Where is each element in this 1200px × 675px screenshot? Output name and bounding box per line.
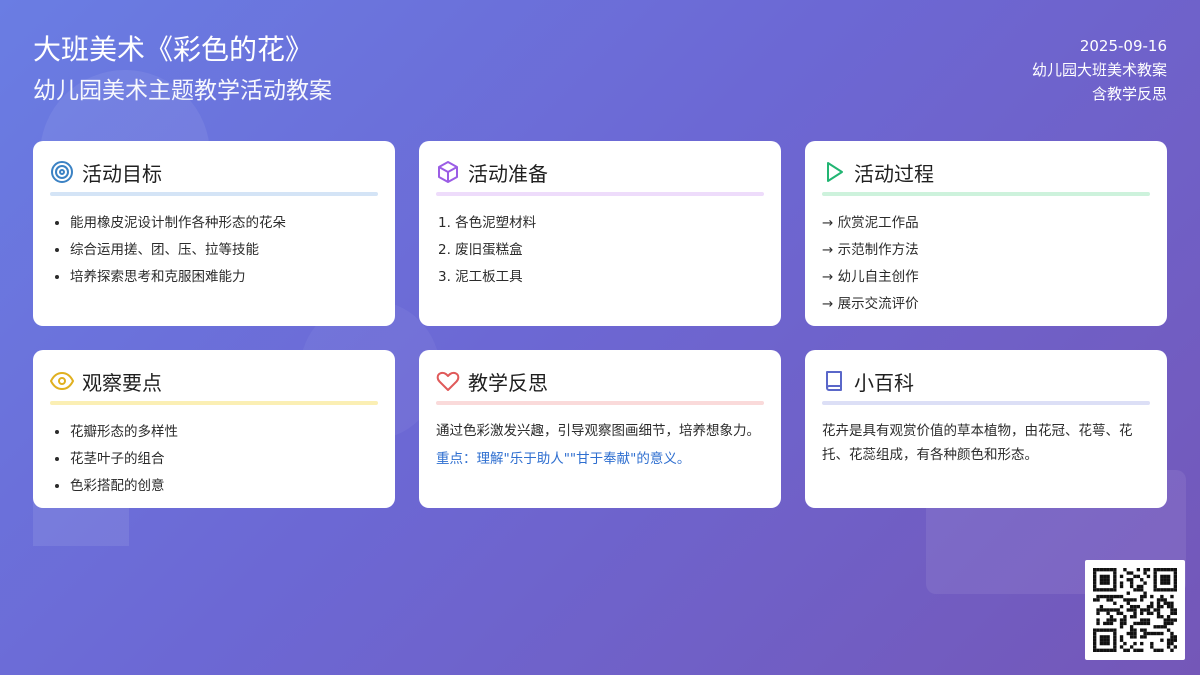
list-item: 能用橡皮泥设计制作各种形态的花朵 xyxy=(70,210,378,237)
goals-list: 能用橡皮泥设计制作各种形态的花朵 综合运用搓、团、压、拉等技能 培养探索思考和克… xyxy=(50,210,378,291)
date-label: 2025-09-16 xyxy=(1079,37,1167,55)
list-item: → 欣赏泥工作品 xyxy=(822,215,919,231)
page: 大班美术《彩色的花》 幼儿园美术主题教学活动教案 2025-09-16 幼儿园大… xyxy=(0,0,1200,675)
book-icon xyxy=(822,369,846,393)
list-item: → 示范制作方法 xyxy=(822,242,919,258)
meta-note: 含教学反思 xyxy=(1091,85,1167,103)
list-item: 花茎叶子的组合 xyxy=(70,446,378,473)
list-item: 3. 泥工板工具 xyxy=(438,269,523,285)
reflection-text: 通过色彩激发兴趣，引导观察图画细节，培养想象力。 xyxy=(436,423,760,439)
list-item: 色彩搭配的创意 xyxy=(70,473,378,500)
card-divider xyxy=(436,192,764,196)
meta-category: 幼儿园大班美术教案 xyxy=(1031,61,1167,79)
card-title: 教学反思 xyxy=(468,370,548,395)
card-header: 教学反思 xyxy=(436,364,764,401)
card-title: 小百科 xyxy=(854,370,914,395)
card-header: 活动过程 xyxy=(822,155,1150,192)
list-item: 2. 废旧蛋糕盒 xyxy=(438,242,523,258)
card-divider xyxy=(822,401,1150,405)
card-title: 活动目标 xyxy=(82,161,162,186)
observation-list: 花瓣形态的多样性 花茎叶子的组合 色彩搭配的创意 xyxy=(50,419,378,500)
card-header: 活动目标 xyxy=(50,155,378,192)
reflection-highlight: 重点：理解"乐于助人""甘于奉献"的意义。 xyxy=(436,451,691,467)
card-goals: 活动目标 能用橡皮泥设计制作各种形态的花朵 综合运用搓、团、压、拉等技能 培养探… xyxy=(33,141,395,326)
heart-icon xyxy=(436,369,460,393)
card-encyclopedia: 小百科 花卉是具有观赏价值的草本植物，由花冠、花萼、花托、花蕊组成，有各种颜色和… xyxy=(805,350,1167,508)
play-icon xyxy=(822,160,846,184)
header-meta: 2025-09-16 幼儿园大班美术教案 含教学反思 xyxy=(1032,34,1167,106)
card-header: 观察要点 xyxy=(50,364,378,401)
list-item: → 展示交流评价 xyxy=(822,296,919,312)
list-item: 花瓣形态的多样性 xyxy=(70,419,378,446)
list-item: 培养探索思考和克服困难能力 xyxy=(70,264,378,291)
card-divider xyxy=(50,192,378,196)
target-icon xyxy=(50,160,74,184)
card-header: 小百科 xyxy=(822,364,1150,401)
box-icon xyxy=(436,160,460,184)
qr-code-icon xyxy=(1085,560,1185,660)
card-header: 活动准备 xyxy=(436,155,764,192)
card-reflection: 教学反思 通过色彩激发兴趣，引导观察图画细节，培养想象力。 重点：理解"乐于助人… xyxy=(419,350,781,508)
header-left: 大班美术《彩色的花》 幼儿园美术主题教学活动教案 xyxy=(33,30,332,108)
preparation-list: 1. 各色泥塑材料 2. 废旧蛋糕盒 3. 泥工板工具 xyxy=(436,210,764,291)
encyclopedia-text: 花卉是具有观赏价值的草本植物，由花冠、花萼、花托、花蕊组成，有各种颜色和形态。 xyxy=(822,423,1133,463)
list-item: 综合运用搓、团、压、拉等技能 xyxy=(70,237,378,264)
card-title: 观察要点 xyxy=(82,370,162,395)
card-observation: 观察要点 花瓣形态的多样性 花茎叶子的组合 色彩搭配的创意 xyxy=(33,350,395,508)
card-title: 活动准备 xyxy=(468,161,548,186)
page-title: 大班美术《彩色的花》 xyxy=(33,33,314,66)
card-divider xyxy=(436,401,764,405)
page-subtitle: 幼儿园美术主题教学活动教案 xyxy=(33,78,332,104)
list-item: → 幼儿自主创作 xyxy=(822,269,919,285)
eye-icon xyxy=(50,369,74,393)
card-divider xyxy=(50,401,378,405)
card-title: 活动过程 xyxy=(854,161,934,186)
process-list: → 欣赏泥工作品 → 示范制作方法 → 幼儿自主创作 → 展示交流评价 xyxy=(822,210,1150,318)
list-item: 1. 各色泥塑材料 xyxy=(438,215,537,231)
card-preparation: 活动准备 1. 各色泥塑材料 2. 废旧蛋糕盒 3. 泥工板工具 xyxy=(419,141,781,326)
card-divider xyxy=(822,192,1150,196)
card-process: 活动过程 → 欣赏泥工作品 → 示范制作方法 → 幼儿自主创作 → 展示交流评价 xyxy=(805,141,1167,326)
